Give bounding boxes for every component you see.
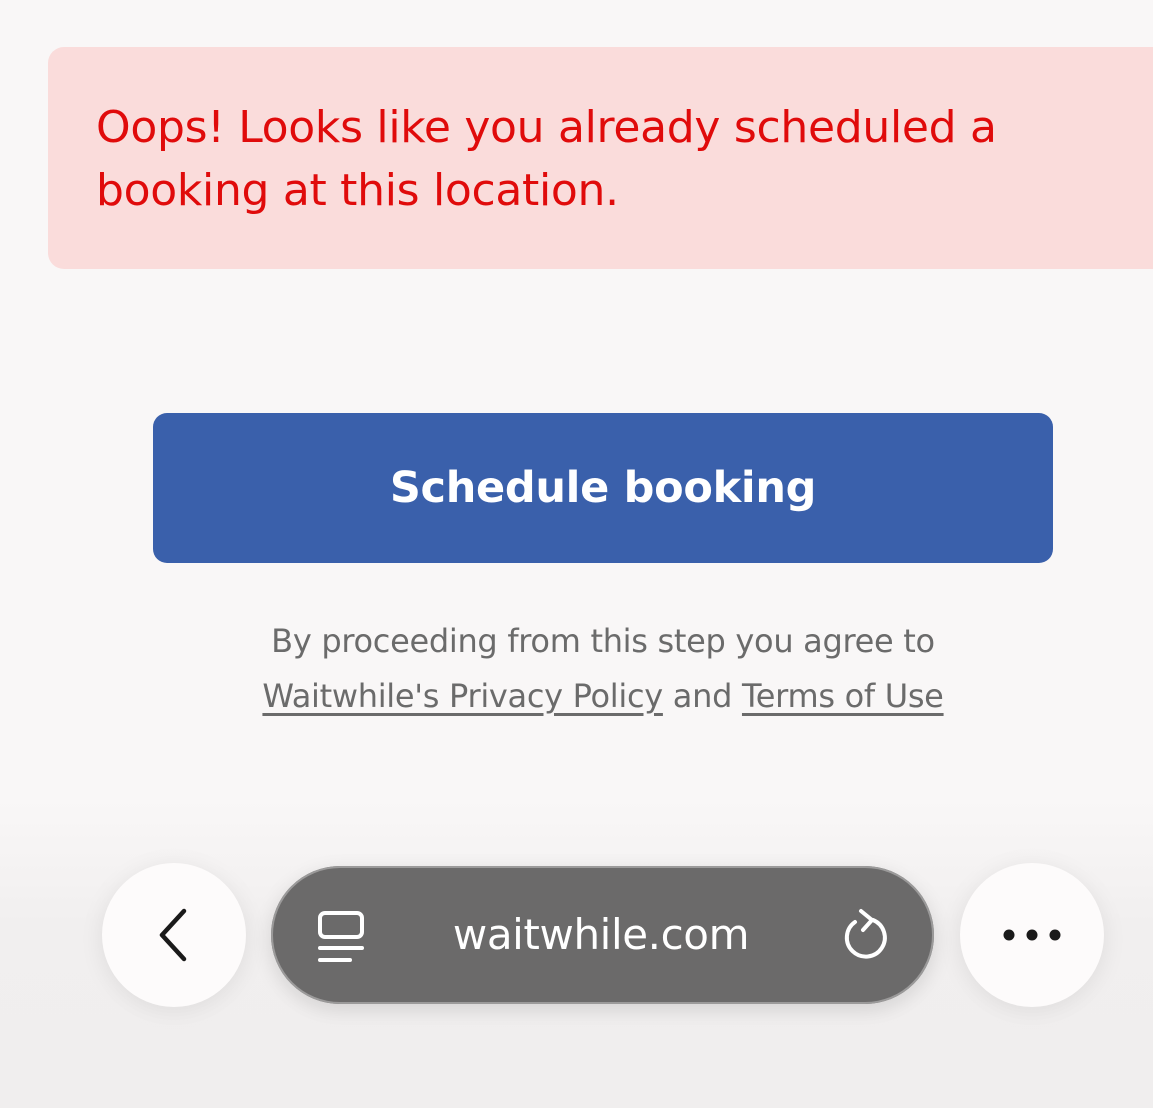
chevron-left-icon — [159, 908, 187, 962]
more-options-icon — [1003, 929, 1061, 941]
legal-prefix: By proceeding from this step you agree t… — [271, 622, 935, 660]
error-banner: Oops! Looks like you already scheduled a… — [48, 47, 1153, 269]
reader-mode-icon — [318, 911, 364, 962]
legal-notice: By proceeding from this step you agree t… — [153, 614, 1053, 724]
terms-of-use-link[interactable]: Terms of Use — [742, 677, 944, 715]
error-message: Oops! Looks like you already scheduled a… — [96, 102, 997, 216]
more-options-button[interactable] — [960, 863, 1104, 1007]
back-button[interactable] — [102, 863, 246, 1007]
address-bar[interactable]: waitwhile.com — [271, 866, 934, 1004]
url-text: waitwhile.com — [452, 910, 750, 959]
schedule-booking-button[interactable]: Schedule booking — [153, 413, 1053, 563]
reload-icon[interactable] — [839, 908, 891, 962]
privacy-policy-link[interactable]: Waitwhile's Privacy Policy — [262, 677, 663, 715]
legal-conjunction: and — [672, 677, 733, 715]
